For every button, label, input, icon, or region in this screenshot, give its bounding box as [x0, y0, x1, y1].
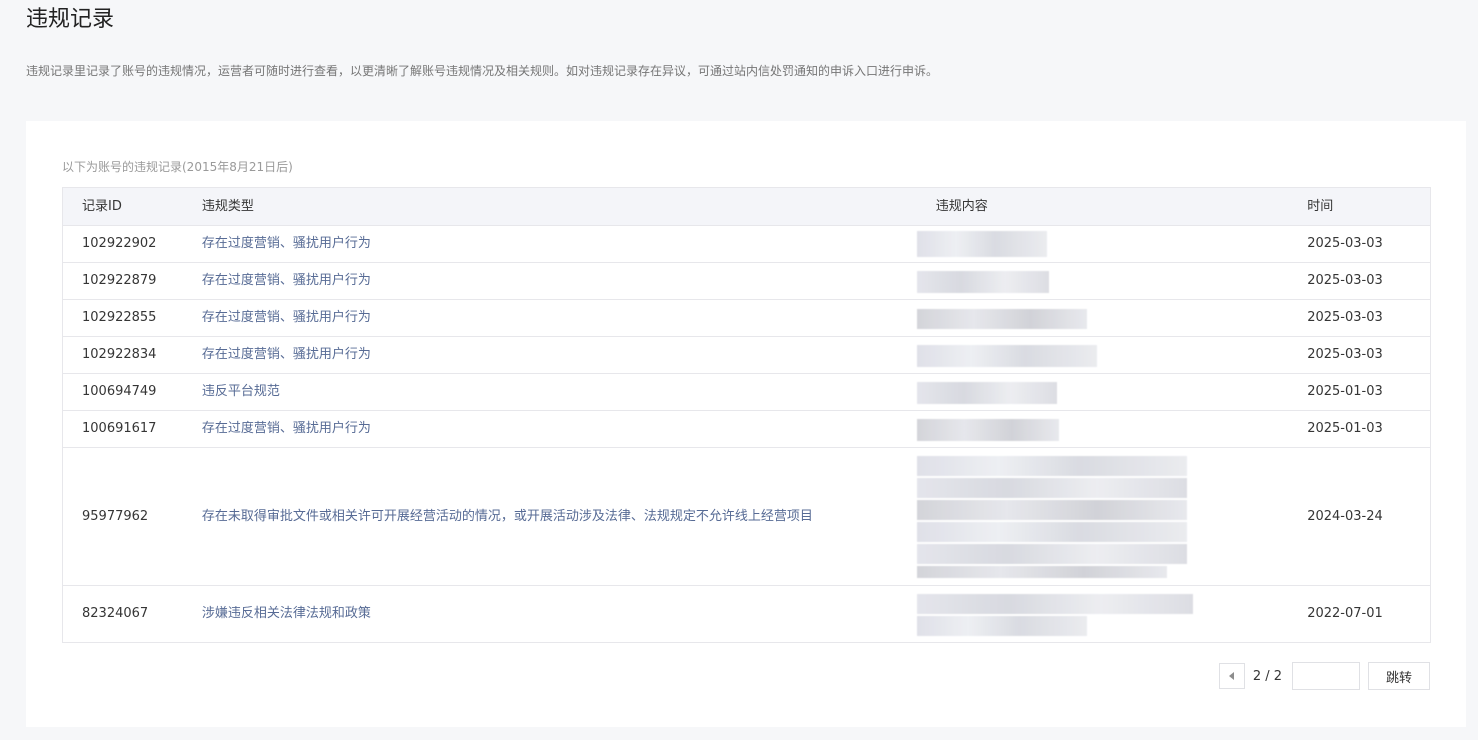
violation-type-text: 存在未取得审批文件或相关许可开展经营活动的情况，或开展活动涉及法律、法规规定不允… [201, 508, 813, 524]
arrow-left-icon [1229, 672, 1235, 680]
record-id: 95977962 [82, 508, 149, 524]
header-id: 记录ID [82, 198, 122, 214]
record-id: 82324067 [82, 606, 149, 621]
violation-type-text: 存在过度营销、骚扰用户行为 [201, 310, 371, 325]
record-id: 102922879 [82, 273, 157, 288]
header-content: 违规内容 [935, 198, 988, 214]
violation-type: 存在过度营销、骚扰用户行为 [183, 309, 917, 327]
violation-type: 存在过度营销、骚扰用户行为 [183, 346, 917, 364]
header-type: 违规类型 [201, 198, 254, 214]
record-id: 102922902 [82, 236, 157, 251]
pagination: 2 / 2 跳转 [1218, 662, 1430, 690]
violation-type: 存在过度营销、骚扰用户行为 [183, 420, 917, 438]
violation-type: 违反平台规范 [183, 383, 917, 401]
record-time: 2022-07-01 [1307, 606, 1383, 621]
prev-page-button[interactable] [1218, 663, 1245, 689]
record-id: 102922855 [82, 310, 157, 325]
violation-type-text: 存在过度营销、骚扰用户行为 [201, 421, 371, 436]
table-row: 102922879 存在过度营销、骚扰用户行为 2025-03-03 [63, 262, 1430, 299]
table-header-row: 记录ID 违规类型 违规内容 时间 [63, 188, 1430, 225]
record-time: 2025-03-03 [1307, 347, 1383, 362]
record-time: 2025-01-03 [1307, 421, 1383, 436]
violation-type: 存在未取得审批文件或相关许可开展经营活动的情况，或开展活动涉及法律、法规规定不允… [183, 508, 917, 526]
record-time: 2025-01-03 [1307, 384, 1383, 399]
record-id: 100694749 [82, 384, 157, 399]
page-jump-input[interactable] [1292, 662, 1360, 690]
table-row: 100691617 存在过度营销、骚扰用户行为 2025-01-03 [63, 410, 1430, 447]
table-row: 100694749 违反平台规范 2025-01-03 [63, 373, 1430, 410]
violation-content-redacted [916, 374, 1289, 410]
violation-type: 存在过度营销、骚扰用户行为 [183, 272, 917, 290]
violation-content-redacted [916, 263, 1289, 299]
table-row: 102922834 存在过度营销、骚扰用户行为 2025-03-03 [63, 336, 1430, 373]
table-row: 95977962 存在未取得审批文件或相关许可开展经营活动的情况，或开展活动涉及… [63, 447, 1430, 585]
page-title: 违规记录 [26, 7, 115, 32]
page-indicator: 2 / 2 [1252, 668, 1282, 684]
violation-type-text: 存在过度营销、骚扰用户行为 [201, 236, 371, 251]
violation-type-text: 存在过度营销、骚扰用户行为 [201, 273, 371, 288]
record-id: 100691617 [82, 421, 157, 436]
table-row: 82324067 涉嫌违反相关法律法规和政策 2022-07-01 [63, 585, 1430, 642]
violation-content-redacted [916, 411, 1289, 447]
violation-type-text: 存在过度营销、骚扰用户行为 [201, 347, 371, 362]
violation-table: 记录ID 违规类型 违规内容 时间 102922902 存在过度营销、骚扰用户行… [62, 187, 1431, 643]
violation-content-redacted [916, 586, 1289, 642]
records-caption: 以下为账号的违规记录(2015年8月21日后) [62, 160, 293, 174]
violation-content-redacted [916, 337, 1289, 373]
violation-content-redacted [916, 448, 1289, 585]
violation-type-text: 涉嫌违反相关法律法规和政策 [201, 606, 371, 621]
table-row: 102922855 存在过度营销、骚扰用户行为 2025-03-03 [63, 299, 1430, 336]
violation-type: 涉嫌违反相关法律法规和政策 [183, 605, 917, 623]
violation-content-redacted [916, 226, 1289, 262]
violation-type-text: 违反平台规范 [201, 384, 280, 399]
violation-type: 存在过度营销、骚扰用户行为 [183, 235, 917, 253]
record-time: 2025-03-03 [1307, 236, 1383, 251]
violation-content-redacted [916, 300, 1289, 336]
records-card: 以下为账号的违规记录(2015年8月21日后) 记录ID 违规类型 违规内容 时… [26, 121, 1466, 727]
jump-button[interactable]: 跳转 [1368, 662, 1430, 690]
record-time: 2025-03-03 [1307, 310, 1383, 325]
table-row: 102922902 存在过度营销、骚扰用户行为 2025-03-03 [63, 225, 1430, 262]
record-time: 2025-03-03 [1307, 273, 1383, 288]
record-id: 102922834 [82, 347, 157, 362]
record-time: 2024-03-24 [1307, 508, 1383, 524]
page-description: 违规记录里记录了账号的违规情况，运营者可随时进行查看，以更清晰了解账号违规情况及… [26, 64, 939, 78]
header-time: 时间 [1307, 198, 1334, 214]
